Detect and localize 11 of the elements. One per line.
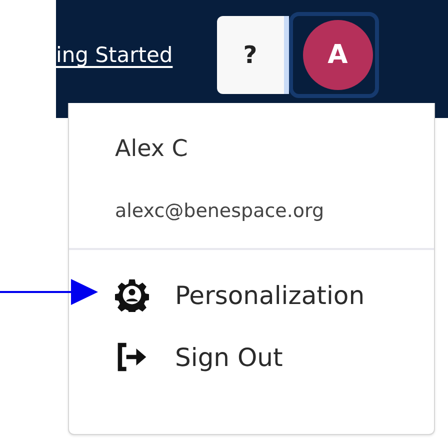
- help-button[interactable]: ?: [216, 16, 289, 94]
- menu-item-label: Sign Out: [175, 342, 283, 372]
- user-name: Alex C: [114, 135, 189, 162]
- menu-item[interactable]: Personalization: [69, 264, 434, 326]
- sign-out-icon: [115, 340, 149, 374]
- user-avatar[interactable]: A: [302, 20, 373, 90]
- menu-item-label: Personalization: [175, 280, 365, 310]
- getting-started-link[interactable]: ing Started: [56, 43, 173, 67]
- menu-item[interactable]: Sign Out: [69, 326, 434, 388]
- gear-person-icon: [115, 278, 149, 312]
- user-email: alexc@benespace.org: [114, 199, 326, 222]
